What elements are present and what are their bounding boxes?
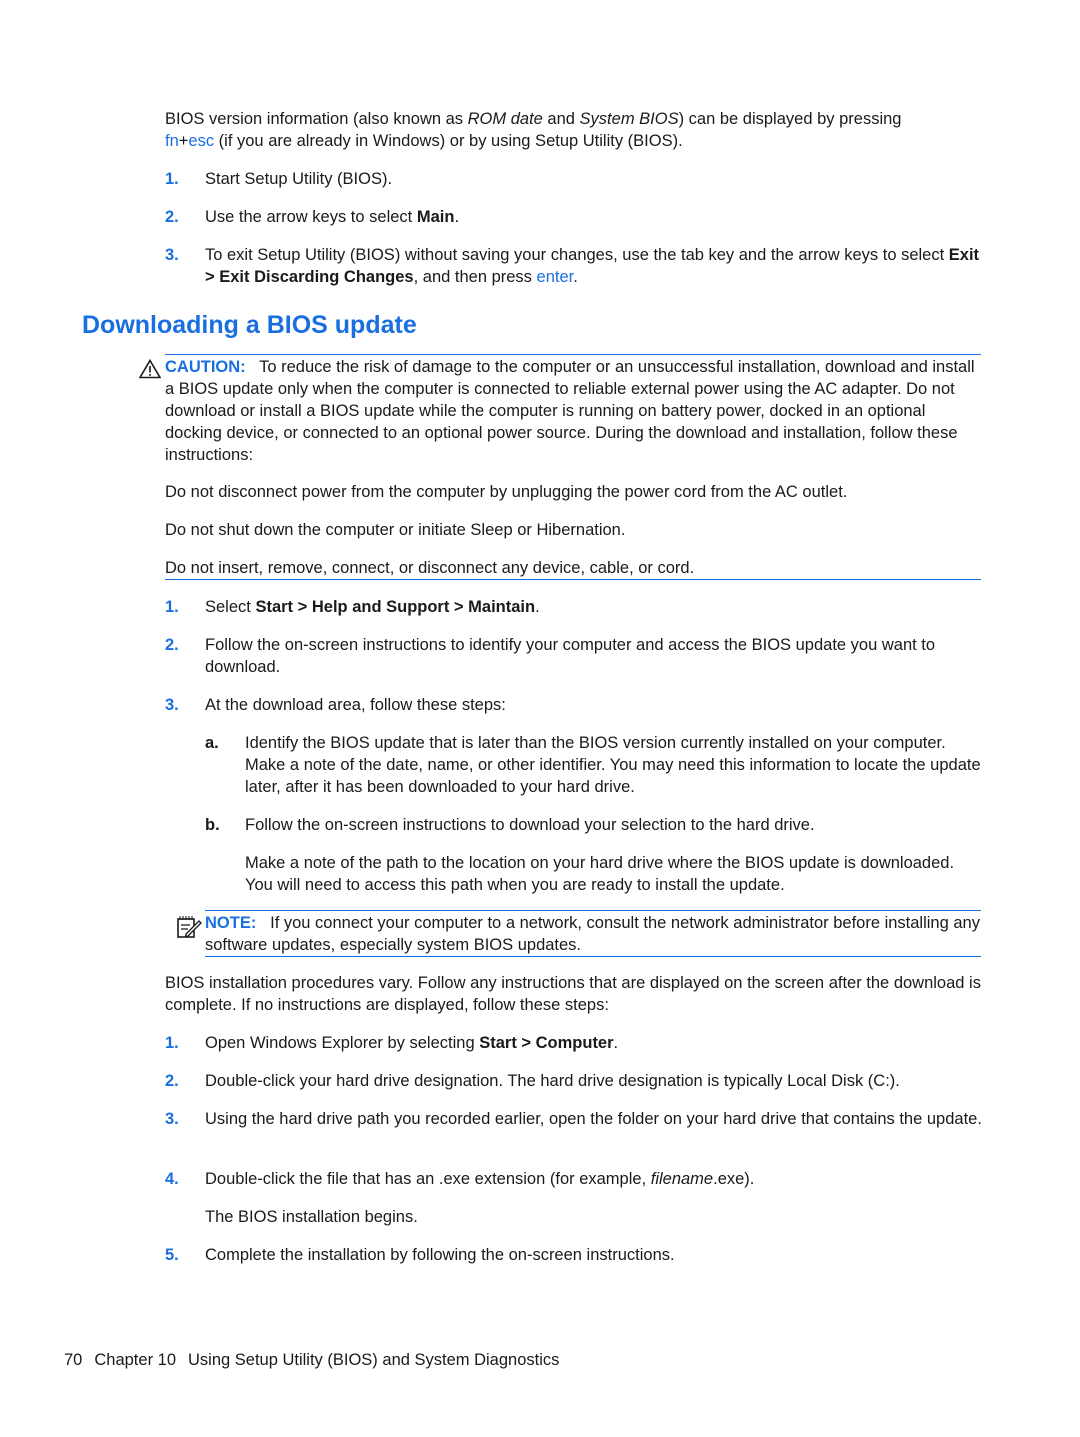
warning-triangle-icon — [138, 358, 162, 385]
step-number: 2. — [165, 636, 179, 654]
step-text: Complete the installation by following t… — [205, 1246, 675, 1264]
caution-text: CAUTION: To reduce the risk of damage to… — [165, 356, 981, 466]
list-item: 1. Start Setup Utility (BIOS). — [165, 168, 985, 190]
step-text-part: .exe). — [713, 1170, 755, 1188]
sub-step-text: Identify the BIOS update that is later t… — [245, 734, 981, 796]
step-number: 1. — [165, 1034, 179, 1052]
caution-item: Do not insert, remove, connect, or disco… — [165, 559, 695, 577]
step-number: 4. — [165, 1170, 179, 1188]
rom-date-term: ROM date — [467, 110, 543, 128]
system-bios-term: System BIOS — [579, 110, 679, 128]
menu-path: Start > Help and Support > Maintain — [255, 598, 536, 616]
caution-item: Do not disconnect power from the compute… — [165, 483, 848, 501]
step-number: 5. — [165, 1246, 179, 1264]
step-text: Select Start > Help and Support > Mainta… — [205, 596, 985, 618]
fn-key: fn — [165, 132, 179, 150]
step-text-part: . — [454, 208, 460, 226]
step-text: Double-click your hard drive designation… — [205, 1072, 900, 1090]
step-text-part: To exit Setup Utility (BIOS) without sav… — [205, 246, 949, 264]
page-footer: 70 Chapter 10 Using Setup Utility (BIOS) a… — [64, 1349, 571, 1371]
sub-step-note: Make a note of the path to the location … — [205, 852, 985, 896]
install-intro: BIOS installation procedures vary. Follo… — [165, 974, 981, 1014]
step-number: 3. — [165, 696, 179, 714]
step-text-part: Use the arrow keys to select — [205, 208, 417, 226]
caution-label: CAUTION: — [165, 358, 246, 376]
sub-step-letter: a. — [205, 734, 219, 752]
list-item: 1. Select Start > Help and Support > Mai… — [165, 596, 985, 618]
note-top-rule — [205, 910, 981, 911]
intro-text: and — [542, 110, 580, 128]
menu-main: Main — [416, 208, 455, 226]
step-text: At the download area, follow these steps… — [205, 696, 506, 714]
list-item: 3. To exit Setup Utility (BIOS) without … — [165, 244, 985, 288]
plus-sign: + — [178, 132, 189, 150]
chapter-title: Using Setup Utility (BIOS) and System Di… — [188, 1351, 560, 1369]
caution-item: Do not shut down the computer or initiat… — [165, 521, 626, 539]
sub-step-text: Follow the on-screen instructions to dow… — [245, 816, 815, 834]
list-item: 2. Follow the on-screen instructions to … — [165, 634, 985, 678]
page-number: 70 — [64, 1351, 83, 1369]
list-item: 4. Double-click the file that has an .ex… — [165, 1168, 985, 1190]
step-number: 3. — [165, 246, 179, 264]
section-heading: Downloading a BIOS update — [82, 311, 417, 339]
step-text-part: Open Windows Explorer by selecting — [205, 1034, 480, 1052]
intro-text: (if you are already in Windows) or by us… — [214, 132, 683, 150]
step-text: Using the hard drive path you recorded e… — [205, 1110, 982, 1128]
esc-key: esc — [188, 132, 215, 150]
step-result: The BIOS installation begins. — [165, 1206, 985, 1228]
sub-step-letter: b. — [205, 816, 220, 834]
step-text-part: . — [573, 268, 578, 286]
step-number: 1. — [165, 170, 179, 188]
caution-top-rule — [165, 354, 981, 355]
note-pencil-icon — [176, 915, 202, 945]
step-text-part: . — [613, 1034, 619, 1052]
list-item: 5. Complete the installation by followin… — [165, 1244, 985, 1266]
list-item: 1. Open Windows Explorer by selecting St… — [165, 1032, 985, 1054]
step-result-text: The BIOS installation begins. — [205, 1208, 418, 1226]
menu-path: Start > Computer — [479, 1034, 614, 1052]
sub-list-item: b. Follow the on-screen instructions to … — [205, 814, 985, 836]
enter-key: enter — [536, 268, 574, 286]
note-text: NOTE: If you connect your computer to a … — [205, 912, 981, 956]
step-number: 3. — [165, 1110, 179, 1128]
step-text: Open Windows Explorer by selecting Start… — [205, 1032, 985, 1054]
note-bottom-rule — [205, 956, 981, 957]
list-item: 3. At the download area, follow these st… — [165, 694, 985, 716]
caution-bottom-rule — [165, 579, 981, 580]
intro-text: BIOS version information (also known as — [165, 110, 468, 128]
list-item: 3. Using the hard drive path you recorde… — [165, 1108, 985, 1130]
sub-list-item: a. Identify the BIOS update that is late… — [205, 732, 985, 798]
step-text: Use the arrow keys to select Main. — [205, 206, 985, 228]
chapter-label: Chapter 10 — [94, 1351, 176, 1369]
intro-text: ) can be displayed by pressing — [678, 110, 902, 128]
step-text: Start Setup Utility (BIOS). — [205, 170, 393, 188]
note-body: If you connect your computer to a networ… — [205, 914, 980, 954]
step-number: 2. — [165, 208, 179, 226]
step-text: Follow the on-screen instructions to ide… — [205, 636, 936, 676]
note-label: NOTE: — [205, 914, 257, 932]
step-number: 1. — [165, 598, 179, 616]
step-text-part: Double-click the file that has an .exe e… — [205, 1170, 651, 1188]
list-item: 2. Use the arrow keys to select Main. — [165, 206, 985, 228]
filename-term: filename — [650, 1170, 714, 1188]
caution-body: To reduce the risk of damage to the comp… — [165, 358, 975, 464]
step-text: To exit Setup Utility (BIOS) without sav… — [205, 244, 985, 288]
step-text-part: Select — [205, 598, 256, 616]
step-number: 2. — [165, 1072, 179, 1090]
sub-step-note-text: Make a note of the path to the location … — [245, 854, 955, 894]
step-text-part: . — [535, 598, 540, 616]
list-item: 2. Double-click your hard drive designat… — [165, 1070, 985, 1092]
step-text-part: , and then press — [413, 268, 537, 286]
step-text: Double-click the file that has an .exe e… — [205, 1168, 985, 1190]
intro-paragraph: BIOS version information (also known as … — [165, 108, 985, 152]
